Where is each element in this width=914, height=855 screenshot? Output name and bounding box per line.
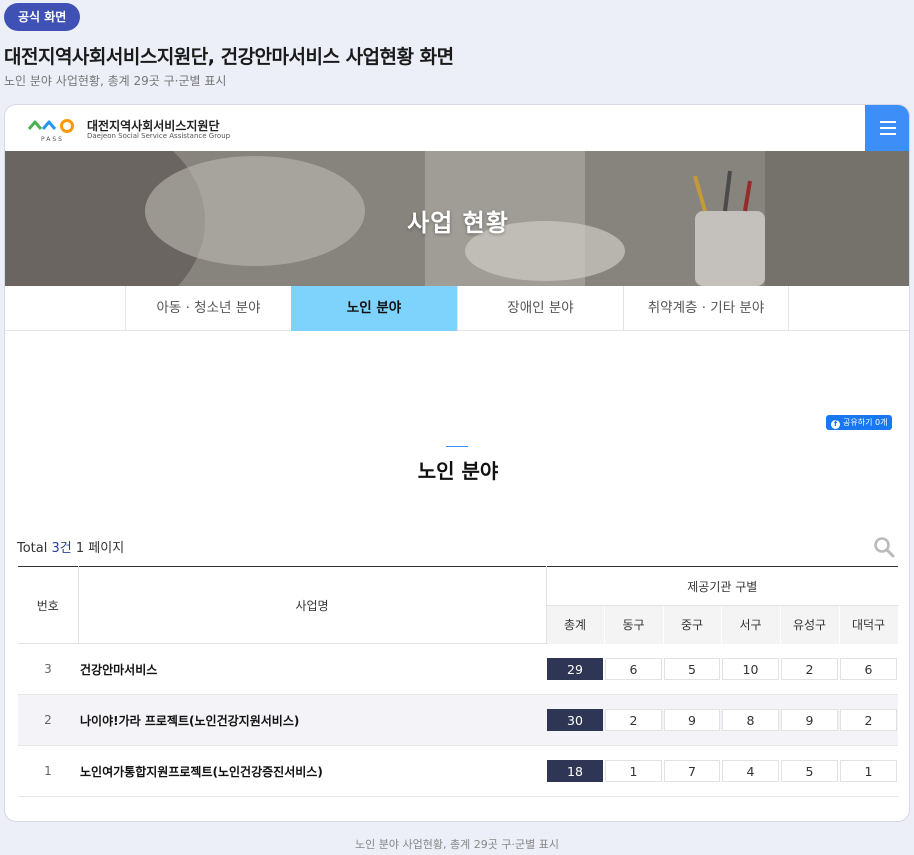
total-count-summary: Total 3건 1 페이지 <box>17 537 124 556</box>
page-count: 1 페이지 <box>71 541 125 556</box>
cell-yuseonggu: 5 <box>781 760 838 782</box>
column-header-number: 번호 <box>18 566 78 644</box>
column-header-yuseonggu: 유성구 <box>780 605 840 644</box>
column-header-total: 총계 <box>546 605 605 644</box>
logo-english-name: Daejeon Social Service Assistance Group <box>87 132 231 140</box>
cell-junggu: 7 <box>664 760 720 782</box>
row-number: 3 <box>44 662 52 676</box>
share-label: 공유하기 0개 <box>843 418 888 427</box>
cell-daedeokgu: 1 <box>840 760 898 782</box>
browser-screenshot-frame: PASS 대전지역사회서비스지원단 Daejeon Social Service… <box>4 104 910 822</box>
svg-text:PASS: PASS <box>41 136 64 143</box>
cell-yuseonggu: 9 <box>781 709 838 731</box>
business-status-table: 번호 사업명 제공기관 구별 총계 동구 중구 서구 유성구 대덕구 3 건강안… <box>18 566 899 797</box>
tab-disabled[interactable]: 장애인 분야 <box>457 286 623 331</box>
cell-seogu: 8 <box>722 709 779 731</box>
total-prefix: Total <box>17 541 52 556</box>
cell-donggu: 2 <box>605 709 662 731</box>
hero-banner: 사업 현황 <box>5 151 909 286</box>
hero-title: 사업 현황 <box>407 209 509 237</box>
page-title: 대전지역사회서비스지원단, 건강안마서비스 사업현황 화면 <box>4 46 454 68</box>
search-icon[interactable] <box>873 536 895 558</box>
site-header: PASS 대전지역사회서비스지원단 Daejeon Social Service… <box>5 105 909 151</box>
screenshot-caption: 노인 분야 사업현황, 총계 29곳 구·군별 표시 <box>355 838 559 851</box>
cell-junggu: 5 <box>664 657 720 680</box>
tab-children-youth[interactable]: 아동 · 청소년 분야 <box>125 286 291 331</box>
tab-elderly[interactable]: 노인 분야 <box>291 286 457 331</box>
cell-donggu: 6 <box>605 657 662 680</box>
cell-total: 30 <box>547 709 603 731</box>
cell-junggu: 9 <box>664 709 720 731</box>
column-header-daedeokgu: 대덕구 <box>839 605 899 644</box>
section-title: 노인 분야 <box>417 459 499 483</box>
cell-donggu: 1 <box>605 760 662 782</box>
cell-total: 18 <box>547 760 603 782</box>
total-count: 3건 <box>51 541 72 556</box>
facebook-icon: f <box>831 420 840 429</box>
cell-seogu: 4 <box>722 760 779 782</box>
hamburger-icon[interactable] <box>865 105 909 151</box>
business-name-link[interactable]: 건강안마서비스 <box>78 644 546 695</box>
table-row: 1 노인여가통합지원프로젝트(노인건강증진서비스) 18 1 7 4 5 1 <box>18 746 899 797</box>
cell-daedeokgu: 6 <box>840 657 898 680</box>
column-header-business-name: 사업명 <box>77 566 547 644</box>
category-tabs: 아동 · 청소년 분야 노인 분야 장애인 분야 취약계층 · 기타 분야 <box>5 286 909 331</box>
page-subtitle: 노인 분야 사업현황, 총계 29곳 구·군별 표시 <box>4 74 227 88</box>
cell-seogu: 10 <box>722 657 779 680</box>
table-row: 3 건강안마서비스 29 6 5 10 2 6 <box>18 644 899 695</box>
table-row: 2 나이야!가라 프로젝트(노인건강지원서비스) 30 2 9 8 9 2 <box>18 694 899 746</box>
column-header-provider-group: 제공기관 구별 <box>546 566 899 606</box>
business-name-link[interactable]: 나이야!가라 프로젝트(노인건강지원서비스) <box>78 695 546 746</box>
column-header-junggu: 중구 <box>663 605 722 644</box>
cell-yuseonggu: 2 <box>781 657 838 680</box>
organization-logo-icon[interactable]: PASS <box>27 115 79 143</box>
facebook-share-button[interactable]: f 공유하기 0개 <box>826 415 893 430</box>
business-name-link[interactable]: 노인여가통합지원프로젝트(노인건강증진서비스) <box>78 746 546 797</box>
column-header-donggu: 동구 <box>604 605 664 644</box>
row-number: 1 <box>44 764 52 778</box>
row-number: 2 <box>44 713 52 727</box>
cell-daedeokgu: 2 <box>840 709 898 731</box>
official-screen-badge: 공식 화면 <box>4 3 81 31</box>
section-title-accent-line <box>446 446 468 447</box>
cell-total: 29 <box>547 657 603 680</box>
column-header-seogu: 서구 <box>721 605 781 644</box>
tab-vulnerable-other[interactable]: 취약계층 · 기타 분야 <box>623 286 789 331</box>
